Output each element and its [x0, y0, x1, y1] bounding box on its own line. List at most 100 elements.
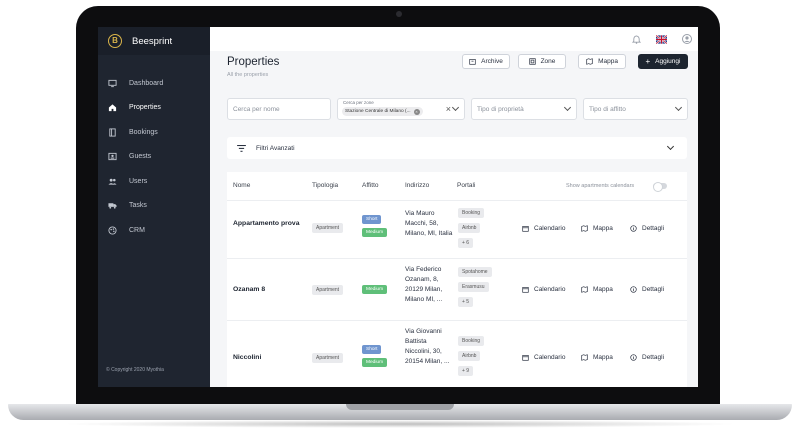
table-row[interactable]: Appartamento prova Apartment Short Mediu… [227, 200, 687, 258]
sidebar-item-properties[interactable]: Properties [98, 96, 210, 121]
property-type-placeholder: Tipo di proprietà [477, 105, 524, 113]
column-portals: Portali [457, 182, 476, 189]
sidebar-nav: Dashboard Properties Bookings Guests Use… [98, 71, 210, 243]
address-cell: Via Mauro Macchi, 58, Milano, MI, Italia [405, 210, 453, 237]
id-card-icon [108, 153, 117, 161]
sidebar-item-label: CRM [129, 226, 145, 234]
sidebar-item-guests[interactable]: Guests [98, 145, 210, 170]
portal-more-tag[interactable]: + 9 [458, 366, 474, 376]
clear-icon[interactable]: × [446, 104, 451, 114]
sidebar-item-label: Dashboard [129, 79, 164, 87]
property-type-select[interactable]: Tipo di proprietà [471, 98, 577, 120]
user-avatar-icon[interactable] [682, 34, 692, 44]
details-action-label: Dettagli [642, 354, 665, 361]
map-icon [581, 354, 588, 361]
property-name[interactable]: Niccolini [233, 353, 303, 363]
sidebar-item-bookings[interactable]: Bookings [98, 120, 210, 145]
page-subtitle: All the properties [227, 72, 269, 78]
column-name: Nome [233, 182, 251, 189]
chevron-down-icon[interactable] [666, 142, 675, 151]
zone-chip[interactable]: Stazione Centrale di Milano (... × [342, 107, 423, 116]
archive-icon [469, 59, 476, 65]
sidebar: B Beesprint Dashboard Properties Booking… [98, 27, 210, 387]
truck-icon [108, 203, 117, 209]
main-content: Properties All the properties Archive Zo… [210, 27, 698, 387]
rent-pill-medium: Medium [362, 358, 388, 367]
rent-cell: Short Medium [362, 345, 388, 371]
uk-flag-icon[interactable] [656, 34, 667, 44]
address-cell: Via Giovanni Battista Niccolini, 30, 201… [405, 328, 450, 365]
rent-type-placeholder: Tipo di affitto [589, 105, 626, 113]
sidebar-item-label: Users [129, 177, 148, 185]
zone-label: Cerca per zone [343, 100, 374, 105]
advanced-filters-bar[interactable]: Filtri Avanzati [227, 137, 687, 159]
details-action[interactable]: Dettagli [630, 354, 664, 361]
details-action[interactable]: Dettagli [630, 286, 664, 293]
app-screen: B Beesprint Dashboard Properties Booking… [98, 27, 698, 387]
table-header: Nome Tipologia Affitto Indirizzo Portali… [227, 172, 687, 200]
calendar-action-label: Calendario [534, 225, 566, 232]
sidebar-item-users[interactable]: Users [98, 169, 210, 194]
map-icon [581, 225, 588, 232]
brand[interactable]: B Beesprint [98, 27, 210, 55]
map-action-label: Mappa [593, 225, 613, 232]
map-action[interactable]: Mappa [581, 354, 613, 361]
zone-select[interactable]: Cerca per zone Stazione Centrale di Mila… [337, 98, 465, 120]
map-action[interactable]: Mappa [581, 286, 613, 293]
property-name[interactable]: Ozanam 8 [233, 285, 303, 295]
info-icon [630, 354, 637, 361]
type-cell: Apartment [312, 223, 344, 233]
archive-button[interactable]: Archive [462, 54, 510, 69]
search-placeholder: Cerca per nome [233, 105, 280, 113]
portal-tag: Spotahome [458, 267, 492, 277]
chevron-down-icon [563, 103, 572, 112]
table-row[interactable]: Ozanam 8 Apartment Medium Via Federico O… [227, 258, 687, 320]
calendar-icon [522, 226, 529, 232]
sidebar-item-dashboard[interactable]: Dashboard [98, 71, 210, 96]
book-icon [109, 128, 116, 137]
map-button[interactable]: Mappa [578, 54, 626, 69]
table-row[interactable]: Niccolini Apartment Short Medium Via Gio… [227, 320, 687, 387]
type-cell: Apartment [312, 285, 344, 295]
sidebar-item-label: Guests [129, 153, 152, 161]
portal-more-tag[interactable]: + 5 [458, 297, 474, 307]
monitor-icon [108, 79, 117, 87]
details-action[interactable]: Dettagli [630, 225, 664, 232]
add-button-label: Aggiungi [655, 58, 681, 65]
calendar-toggle[interactable] [653, 182, 667, 192]
map-action-label: Mappa [593, 286, 613, 293]
chevron-down-icon[interactable] [451, 103, 460, 112]
camera [396, 11, 402, 17]
portal-more-tag[interactable]: + 6 [458, 238, 474, 248]
property-name[interactable]: Appartamento prova [233, 219, 303, 229]
calendar-icon [522, 287, 529, 293]
search-input[interactable]: Cerca per nome [227, 98, 331, 120]
palette-icon [108, 226, 117, 235]
chip-remove-icon[interactable]: × [413, 108, 420, 115]
plus-icon: + [645, 56, 651, 66]
calendar-action[interactable]: Calendario [522, 286, 565, 293]
add-button[interactable]: + Aggiungi [638, 54, 688, 69]
info-icon [630, 286, 637, 293]
type-tag: Apartment [312, 285, 344, 295]
calendar-action[interactable]: Calendario [522, 354, 565, 361]
sidebar-item-crm[interactable]: CRM [98, 218, 210, 243]
map-action[interactable]: Mappa [581, 225, 613, 232]
portal-tag: Airbnb [458, 351, 481, 361]
calendar-action-label: Calendario [534, 286, 566, 293]
calendar-toggle-label: Show apartments calendars [566, 183, 635, 189]
sidebar-item-tasks[interactable]: Tasks [98, 194, 210, 219]
bell-icon[interactable] [632, 34, 641, 44]
column-type: Tipologia [312, 182, 339, 189]
top-bar [210, 27, 698, 51]
sidebar-item-label: Tasks [129, 202, 147, 210]
zone-chip-label: Stazione Centrale di Milano (... [345, 109, 411, 114]
calendar-action[interactable]: Calendario [522, 225, 565, 232]
calendar-icon [522, 355, 529, 361]
portal-tag: Erasmusu [458, 282, 489, 292]
rent-pill-medium: Medium [362, 285, 388, 294]
rent-cell: Short Medium [362, 215, 388, 241]
zone-button[interactable]: Zone [518, 54, 566, 69]
rent-type-select[interactable]: Tipo di affitto [583, 98, 688, 120]
column-rent: Affitto [362, 182, 379, 189]
